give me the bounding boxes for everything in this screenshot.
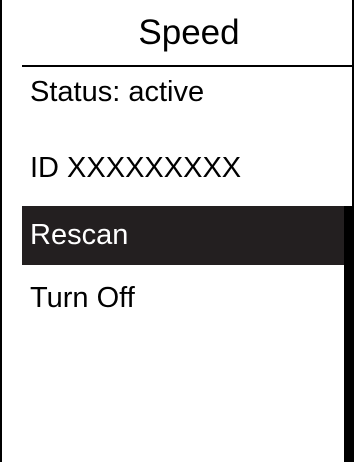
page-title: Speed [22,0,354,67]
screen-frame: Speed Status: active ID XXXXXXXXX Rescan… [0,0,354,462]
menu-item-turn-off[interactable]: Turn Off [22,269,344,328]
menu-list: Rescan Turn Off [22,206,344,462]
device-id-text: ID XXXXXXXXX [30,152,242,184]
status-text: Status: active [30,76,205,108]
menu-item-rescan[interactable]: Rescan [22,206,344,265]
scrollbar[interactable] [344,206,354,462]
scrollbar-thumb[interactable] [344,206,354,462]
